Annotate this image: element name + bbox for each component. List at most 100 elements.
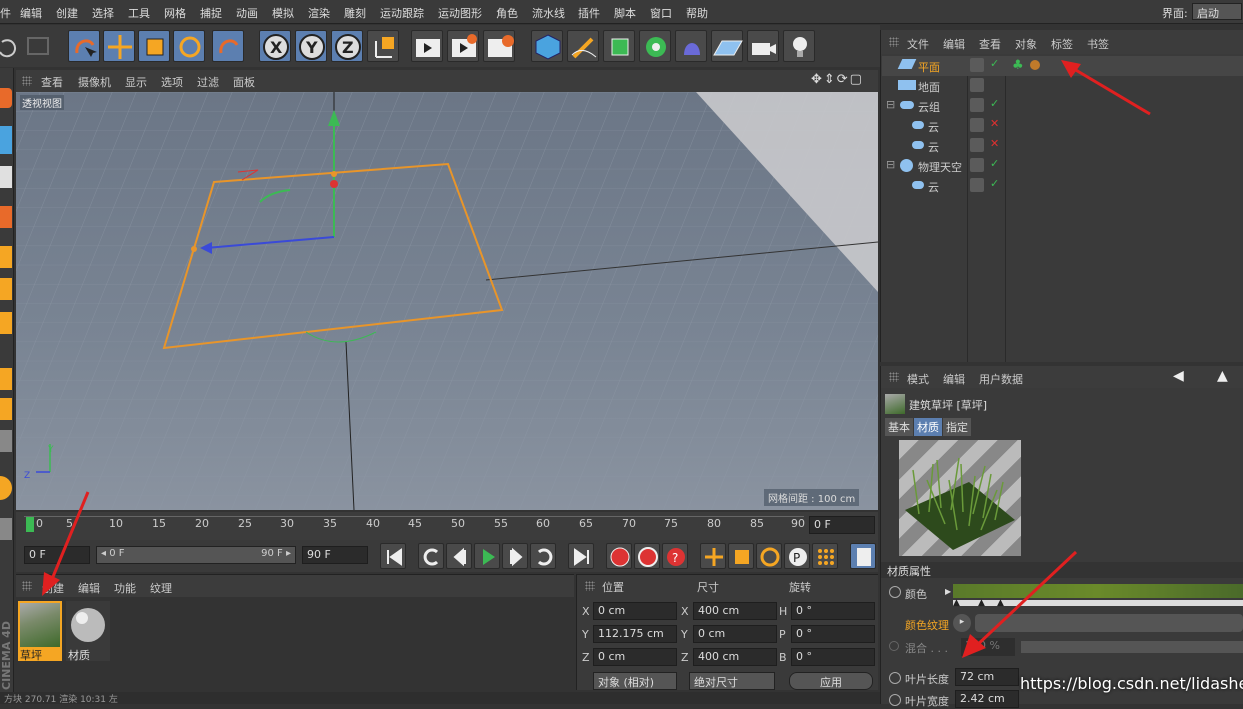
expand-icon[interactable]: ⊟ (886, 98, 895, 111)
visibility-icon[interactable] (970, 58, 984, 72)
make-editable-icon[interactable] (0, 88, 12, 108)
live-selection-icon[interactable] (68, 30, 100, 62)
object-menu-file[interactable]: 文件 (907, 36, 929, 52)
grip-icon[interactable] (22, 581, 32, 591)
key-position-icon[interactable] (700, 543, 726, 569)
object-row-cloud[interactable]: 云 ✓ (882, 176, 1243, 196)
object-row-cloud[interactable]: 云 ✕ (882, 136, 1243, 156)
key-rotation-icon[interactable] (756, 543, 782, 569)
material-menu-texture[interactable]: 纹理 (150, 580, 172, 596)
enabled-check-icon[interactable]: ✓ (990, 57, 999, 70)
go-to-start-icon[interactable] (380, 543, 406, 569)
menu-sculpt[interactable]: 雕刻 (344, 5, 366, 21)
menu-pipeline[interactable]: 流水线 (532, 5, 565, 21)
disabled-x-icon[interactable]: ✕ (990, 137, 999, 150)
enabled-check-icon[interactable]: ✓ (990, 97, 999, 110)
tweak-mode-icon[interactable] (0, 398, 12, 420)
redo-icon[interactable] (22, 30, 54, 62)
render-settings-icon[interactable] (483, 30, 515, 62)
keyframe-toggle-icon[interactable] (889, 694, 901, 706)
tab-assign[interactable]: 指定 (943, 418, 971, 436)
gradient-expand-icon[interactable]: ▶ (945, 587, 951, 596)
deformer-icon[interactable] (675, 30, 707, 62)
visibility-icon[interactable] (970, 138, 984, 152)
visibility-icon[interactable] (970, 98, 984, 112)
viewport-menu-panel[interactable]: 面板 (233, 74, 255, 90)
menu-animate[interactable]: 动画 (236, 5, 258, 21)
menu-edit[interactable]: 编辑 (20, 5, 42, 21)
pen-spline-icon[interactable] (567, 30, 599, 62)
menu-snap[interactable]: 捕捉 (200, 5, 222, 21)
visibility-icon[interactable] (970, 178, 984, 192)
cube-icon[interactable] (531, 30, 563, 62)
key-parameter-icon[interactable]: P (784, 543, 810, 569)
menu-plugins[interactable]: 插件 (578, 5, 600, 21)
position-y-field[interactable]: 112.175 cm (593, 625, 677, 643)
model-mode-icon[interactable] (0, 126, 12, 154)
keyframe-toggle-icon[interactable] (889, 672, 901, 684)
undo-icon[interactable] (0, 30, 20, 62)
apply-button[interactable]: 应用 (789, 672, 873, 690)
viewport-menu-view[interactable]: 查看 (41, 74, 63, 90)
rotation-h-field[interactable]: 0 ° (791, 602, 875, 620)
disabled-x-icon[interactable]: ✕ (990, 117, 999, 130)
go-to-end-icon[interactable] (568, 543, 594, 569)
texture-mode-icon[interactable] (0, 166, 12, 188)
material-tag-icon[interactable] (1030, 60, 1040, 70)
camera-icon[interactable] (747, 30, 779, 62)
viewport-menu-camera[interactable]: 摄像机 (78, 74, 111, 90)
tab-basic[interactable]: 基本 (885, 418, 913, 436)
menu-motion-tracking[interactable]: 运动跟踪 (380, 5, 424, 21)
floor-icon[interactable] (711, 30, 743, 62)
workplane-icon[interactable] (0, 206, 12, 228)
grip-icon[interactable] (889, 372, 899, 382)
viewport-menu-filter[interactable]: 过滤 (197, 74, 219, 90)
keyframe-selection-icon[interactable]: ? (662, 543, 688, 569)
visibility-icon[interactable] (970, 158, 984, 172)
perspective-viewport[interactable]: Y Z 透视视图 网格间距 : 100 cm (16, 92, 878, 510)
playhead[interactable] (26, 516, 34, 532)
size-z-field[interactable]: 400 cm (693, 648, 777, 666)
axis-mode-icon[interactable] (0, 368, 12, 390)
visibility-icon[interactable] (970, 118, 984, 132)
menu-window[interactable]: 窗口 (650, 5, 672, 21)
timeline-window-icon[interactable] (850, 543, 876, 569)
menu-script[interactable]: 脚本 (614, 5, 636, 21)
grip-icon[interactable] (585, 581, 595, 591)
polygons-mode-icon[interactable] (0, 312, 12, 334)
position-x-field[interactable]: 0 cm (593, 602, 677, 620)
object-menu-view[interactable]: 查看 (979, 36, 1001, 52)
material-menu-function[interactable]: 功能 (114, 580, 136, 596)
next-key-icon[interactable] (530, 543, 556, 569)
object-menu-tags[interactable]: 标签 (1051, 36, 1073, 52)
keyframe-toggle-icon[interactable] (889, 586, 901, 598)
coord-mode-dropdown[interactable]: 对象 (相对) (593, 672, 677, 690)
enabled-check-icon[interactable]: ✓ (990, 157, 999, 170)
auto-key-icon[interactable] (634, 543, 660, 569)
rotate-icon[interactable] (173, 30, 205, 62)
lock-icon[interactable] (0, 518, 12, 540)
size-mode-dropdown[interactable]: 绝对尺寸 (689, 672, 775, 690)
visibility-icon[interactable] (970, 78, 984, 92)
menu-tools[interactable]: 工具 (128, 5, 150, 21)
keyframe-toggle-icon[interactable] (889, 641, 899, 651)
viewport-menu-display[interactable]: 显示 (125, 74, 147, 90)
prev-frame-icon[interactable] (446, 543, 472, 569)
menu-render[interactable]: 渲染 (308, 5, 330, 21)
subdivision-icon[interactable] (603, 30, 635, 62)
menu-file[interactable]: 件 (0, 5, 11, 21)
render-picture-viewer-icon[interactable] (447, 30, 479, 62)
solo-icon[interactable] (0, 476, 12, 500)
current-frame-field[interactable]: 0 F (809, 516, 875, 534)
timeline-ruler[interactable]: 0 5 10 15 20 25 30 35 40 45 50 55 60 65 … (16, 512, 878, 540)
recent-tool-icon[interactable] (212, 30, 244, 62)
record-icon[interactable] (606, 543, 632, 569)
material-swatch-grass[interactable]: 草坪 (18, 601, 62, 662)
x-axis-icon[interactable]: X (259, 30, 291, 62)
expand-icon[interactable]: ⊟ (886, 158, 895, 171)
object-menu-edit[interactable]: 编辑 (943, 36, 965, 52)
attribute-menu-edit[interactable]: 编辑 (943, 371, 965, 387)
frame-range-slider[interactable]: ◂ 0 F 90 F ▸ (96, 546, 296, 564)
size-x-field[interactable]: 400 cm (693, 602, 777, 620)
viewport-menu-options[interactable]: 选项 (161, 74, 183, 90)
